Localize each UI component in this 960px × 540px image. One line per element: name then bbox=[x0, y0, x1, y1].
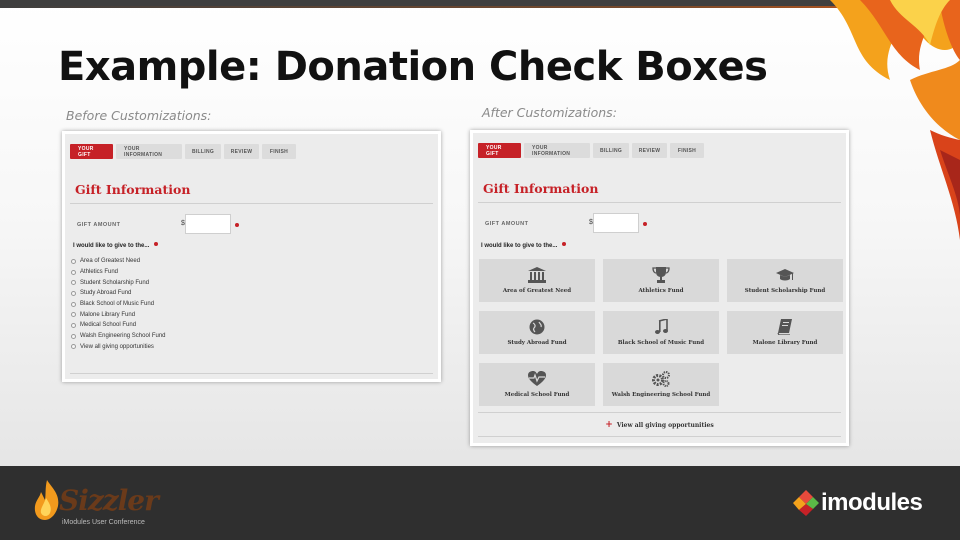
step-review[interactable]: REVIEW bbox=[224, 144, 259, 159]
fund-option[interactable]: Athletics Fund bbox=[71, 267, 166, 278]
gift-information-heading: Gift Information bbox=[75, 182, 191, 197]
fund-option-label: Athletics Fund bbox=[80, 269, 119, 276]
fund-tile[interactable]: Student Scholarship Fund bbox=[727, 259, 843, 302]
fund-option[interactable]: Study Abroad Fund bbox=[71, 288, 166, 299]
divider bbox=[478, 436, 841, 437]
fund-tile[interactable]: Area of Greatest Need bbox=[479, 259, 595, 302]
trophy-icon bbox=[652, 267, 670, 283]
heartbeat-icon bbox=[528, 371, 546, 386]
radio-button[interactable] bbox=[71, 258, 76, 264]
fund-option[interactable]: Malone Library Fund bbox=[71, 309, 166, 320]
gift-amount-label: GIFT AMOUNT bbox=[485, 221, 529, 227]
fund-tile-label: Walsh Engineering School Fund bbox=[611, 392, 711, 398]
fund-option[interactable]: Student Scholarship Fund bbox=[71, 277, 166, 288]
sizzler-subtitle: iModules User Conference bbox=[62, 519, 145, 526]
step-review[interactable]: REVIEW bbox=[632, 143, 667, 158]
fund-option-label: Student Scholarship Fund bbox=[80, 279, 150, 286]
required-indicator bbox=[643, 222, 647, 226]
fund-tile[interactable]: Study Abroad Fund bbox=[479, 311, 595, 354]
fund-option-label: Area of Greatest Need bbox=[80, 258, 141, 265]
fund-option[interactable]: Walsh Engineering School Fund bbox=[71, 331, 166, 342]
give-to-label: I would like to give to the... bbox=[481, 242, 567, 249]
music-note-icon bbox=[655, 319, 668, 334]
fund-tile[interactable]: Black School of Music Fund bbox=[603, 311, 719, 354]
graduation-cap-icon bbox=[776, 269, 794, 281]
fund-tile-label: Athletics Fund bbox=[638, 288, 684, 294]
radio-button[interactable] bbox=[71, 290, 76, 296]
radio-button[interactable] bbox=[71, 301, 76, 307]
fund-option-label: Medical School Fund bbox=[80, 322, 137, 329]
fund-option-label: Malone Library Fund bbox=[80, 311, 136, 318]
give-to-label: I would like to give to the... bbox=[73, 242, 159, 249]
imodules-logo: imodules bbox=[793, 487, 933, 519]
imodules-mark-icon bbox=[793, 490, 819, 516]
gift-information-heading: Gift Information bbox=[483, 181, 599, 196]
give-to-text: I would like to give to the... bbox=[73, 243, 150, 249]
step-your-information[interactable]: YOUR INFORMATION bbox=[524, 143, 590, 158]
divider bbox=[478, 412, 841, 413]
fund-tile[interactable]: Walsh Engineering School Fund bbox=[603, 363, 719, 406]
step-your-gift[interactable]: YOUR GIFT bbox=[70, 144, 113, 159]
fund-option[interactable]: Medical School Fund bbox=[71, 320, 166, 331]
gift-amount-input[interactable] bbox=[185, 214, 231, 234]
flame-logo-icon bbox=[34, 480, 59, 520]
institution-icon bbox=[528, 267, 546, 283]
fund-tile-label: Area of Greatest Need bbox=[502, 288, 572, 294]
required-indicator bbox=[235, 223, 239, 227]
fund-option[interactable]: View all giving opportunities bbox=[71, 342, 166, 353]
radio-button[interactable] bbox=[71, 333, 76, 339]
step-your-gift[interactable]: YOUR GIFT bbox=[478, 143, 521, 158]
gift-amount-label: GIFT AMOUNT bbox=[77, 222, 121, 228]
view-all-link[interactable]: + View all giving opportunities bbox=[473, 420, 846, 430]
fund-radio-list: Area of Greatest Need Athletics Fund Stu… bbox=[71, 256, 166, 352]
fund-option[interactable]: Black School of Music Fund bbox=[71, 299, 166, 310]
step-tabs: YOUR GIFT YOUR INFORMATION BILLING REVIE… bbox=[70, 144, 296, 159]
radio-button[interactable] bbox=[71, 322, 76, 328]
required-indicator bbox=[562, 242, 567, 246]
step-billing[interactable]: BILLING bbox=[185, 144, 221, 159]
fund-tile[interactable]: Athletics Fund bbox=[603, 259, 719, 302]
fund-tile-label: Student Scholarship Fund bbox=[744, 288, 826, 294]
radio-button[interactable] bbox=[71, 269, 76, 275]
divider bbox=[70, 373, 433, 374]
book-icon bbox=[777, 319, 792, 335]
fund-tile-label: Study Abroad Fund bbox=[507, 340, 567, 346]
gears-icon bbox=[652, 371, 670, 387]
fund-tile-label: Medical School Fund bbox=[504, 392, 570, 398]
sizzler-wordmark: Sizzler bbox=[59, 484, 159, 517]
sizzler-logo: Sizzler iModules User Conference bbox=[34, 476, 184, 531]
fund-tile-label: Black School of Music Fund bbox=[617, 340, 705, 346]
fund-tile[interactable]: Medical School Fund bbox=[479, 363, 595, 406]
imodules-wordmark: imodules bbox=[821, 489, 923, 516]
fund-option-label: Study Abroad Fund bbox=[80, 290, 132, 297]
globe-icon bbox=[529, 319, 545, 335]
required-indicator bbox=[154, 242, 159, 246]
radio-button[interactable] bbox=[71, 312, 76, 318]
step-finish[interactable]: FINISH bbox=[262, 144, 296, 159]
step-tabs: YOUR GIFT YOUR INFORMATION BILLING REVIE… bbox=[478, 143, 704, 158]
plus-icon: + bbox=[605, 420, 613, 430]
fund-tile-label: Malone Library Fund bbox=[752, 340, 818, 346]
fund-option-label: Walsh Engineering School Fund bbox=[80, 333, 166, 340]
before-screenshot: YOUR GIFT YOUR INFORMATION BILLING REVIE… bbox=[62, 131, 441, 382]
divider bbox=[70, 203, 433, 204]
caption-before: Before Customizations: bbox=[66, 108, 212, 123]
radio-button[interactable] bbox=[71, 344, 76, 350]
radio-button[interactable] bbox=[71, 280, 76, 286]
view-all-label: View all giving opportunities bbox=[616, 422, 714, 429]
step-finish[interactable]: FINISH bbox=[670, 143, 704, 158]
gift-amount-input[interactable] bbox=[593, 213, 639, 233]
after-screenshot: YOUR GIFT YOUR INFORMATION BILLING REVIE… bbox=[470, 130, 849, 446]
step-billing[interactable]: BILLING bbox=[593, 143, 629, 158]
fund-tile[interactable]: Malone Library Fund bbox=[727, 311, 843, 354]
slide-title: Example: Donation Check Boxes bbox=[58, 44, 768, 90]
caption-after: After Customizations: bbox=[482, 105, 617, 120]
step-your-information[interactable]: YOUR INFORMATION bbox=[116, 144, 182, 159]
divider bbox=[478, 202, 841, 203]
give-to-text: I would like to give to the... bbox=[481, 243, 558, 249]
fund-option-label: Black School of Music Fund bbox=[80, 301, 155, 308]
fund-option-label: View all giving opportunities bbox=[80, 343, 154, 350]
fund-option[interactable]: Area of Greatest Need bbox=[71, 256, 166, 267]
